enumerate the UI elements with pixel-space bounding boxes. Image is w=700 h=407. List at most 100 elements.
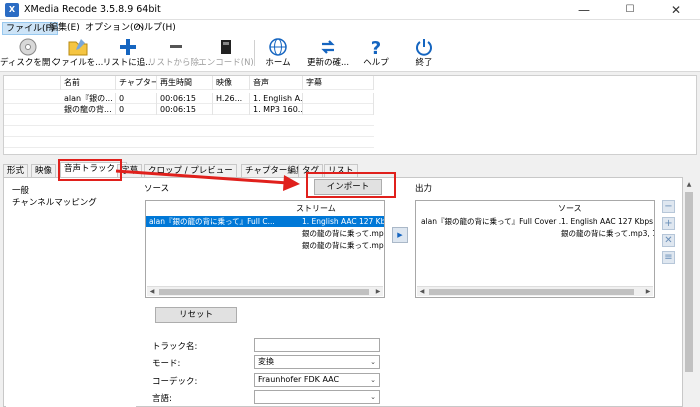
minus-icon (170, 45, 182, 48)
scroll-left-icon[interactable]: ◀ (417, 287, 427, 297)
scrollbar-thumb[interactable] (429, 289, 634, 295)
table-cell (303, 104, 374, 115)
table-row[interactable]: alan『銀の... 0 00:06:15 H.26... 1. English… (4, 93, 374, 104)
scroll-left-icon[interactable]: ◀ (147, 287, 157, 297)
list-icon: ≡ (664, 252, 673, 263)
encode-button[interactable]: エンコード(N) (198, 36, 254, 70)
table-row-empty (4, 115, 374, 126)
tab-video[interactable]: 映像 (31, 164, 57, 178)
column-header[interactable]: 映像 (213, 76, 250, 90)
column-header[interactable]: 名前 (61, 76, 116, 90)
remove-stream-button[interactable]: − (662, 200, 675, 213)
track-name-field[interactable] (254, 338, 380, 352)
column-header[interactable]: 音声 (250, 76, 303, 90)
open-disc-label: ディスクを開く (0, 58, 56, 68)
column-header[interactable]: チャプター (116, 76, 157, 90)
tab-format[interactable]: 形式 (3, 164, 29, 178)
table-cell: alan『銀の... (61, 93, 116, 104)
scrollbar-thumb[interactable] (159, 289, 369, 295)
output-row-stream[interactable]: 1. English AAC 127 Kbps 44 (561, 216, 654, 227)
scroll-right-icon[interactable]: ▶ (373, 287, 383, 297)
minimize-button[interactable]: — (561, 0, 607, 20)
codec-select[interactable]: Fraunhofer FDK AAC ⌄ (254, 373, 380, 387)
close-button[interactable]: ✕ (653, 0, 699, 20)
chevron-down-icon: ⌄ (370, 393, 376, 401)
home-label: ホーム (265, 58, 291, 68)
maximize-button[interactable]: ☐ (607, 0, 653, 20)
output-row-name[interactable]: alan『銀の龍の背に乗って』Full Cover ... (421, 216, 561, 227)
window-title: XMedia Recode 3.5.8.9 64bit (24, 4, 161, 15)
output-row-stream[interactable]: 銀の龍の背に乗って.mp3, 1. MP. (561, 228, 654, 239)
highlight-import-button (306, 172, 396, 198)
app-icon: X (5, 3, 19, 17)
globe-icon (269, 38, 287, 56)
output-horizontal-scrollbar[interactable]: ◀ ▶ (417, 286, 653, 296)
remove-from-list-label: リストから除... (148, 58, 204, 68)
annotation-arrow (115, 169, 300, 191)
output-label: 出力 (415, 184, 433, 194)
panel-vertical-scrollbar[interactable]: ▲ (683, 180, 695, 407)
source-row-name: alan『銀の龍の背に乗って』Full C... (149, 217, 275, 226)
mode-value: 変換 (258, 357, 274, 366)
exit-label: 終了 (415, 58, 433, 68)
open-disc-button[interactable]: ディスクを開く (0, 36, 56, 70)
language-label: 言語: (152, 394, 172, 404)
encode-label: エンコード(N) (198, 58, 254, 68)
arrow-right-icon: ▶ (397, 231, 403, 239)
svg-text:?: ? (371, 38, 381, 57)
exit-button[interactable]: 終了 (396, 36, 452, 70)
file-list-header: 名前 チャプター 再生時間 映像 音声 字幕 (4, 76, 374, 90)
output-stream-list[interactable]: ソース alan『銀の龍の背に乗って』Full Cover ... 1. Eng… (415, 200, 655, 298)
question-icon: ? (371, 38, 381, 57)
encode-icon (221, 40, 231, 54)
disc-icon (19, 38, 37, 56)
close-icon: ✕ (664, 235, 673, 246)
power-icon (416, 39, 432, 56)
left-nav: 一般 チャンネルマッピング (6, 180, 136, 407)
table-cell: 1. MP3 160... (250, 104, 303, 115)
folder-icon (68, 39, 88, 56)
language-select[interactable]: ⌄ (254, 390, 380, 404)
source-horizontal-scrollbar[interactable]: ◀ ▶ (147, 286, 383, 296)
add-stream-button[interactable]: + (662, 217, 675, 230)
plus-icon (120, 39, 136, 55)
source-row-selected[interactable]: alan『銀の龍の背に乗って』Full C... 1. English AAC … (146, 216, 384, 227)
table-cell: 00:06:15 (157, 104, 213, 115)
track-name-label: トラック名: (152, 342, 198, 352)
reset-button[interactable]: リセット (155, 307, 237, 323)
menu-bar: ファイル(F) 編集(E) オプション(O) ヘルプ(H) (0, 20, 700, 36)
move-right-button[interactable]: ▶ (392, 227, 408, 243)
mode-label: モード: (152, 359, 181, 369)
source-row-stream: 1. English AAC 127 Kbps 44100 (302, 217, 384, 226)
file-list-column-blank (4, 76, 61, 90)
scroll-up-icon[interactable]: ▲ (684, 180, 694, 190)
delete-stream-button[interactable]: ✕ (662, 234, 675, 247)
menu-help[interactable]: ヘルプ(H) (132, 22, 179, 35)
open-file-label: ファイルを... (52, 58, 104, 68)
scroll-right-icon[interactable]: ▶ (643, 287, 653, 297)
output-column-header: ソース (558, 204, 582, 213)
toolbar: ディスクを開く ファイルを... リストに追... リストから除... エンコー… (0, 36, 700, 72)
table-cell (303, 93, 374, 104)
table-cell: 銀の龍の背... (61, 104, 116, 115)
file-list[interactable]: 名前 チャプター 再生時間 映像 音声 字幕 alan『銀の... 0 00:0… (3, 75, 697, 155)
remove-from-list-button[interactable]: リストから除... (148, 36, 204, 70)
column-header[interactable]: 再生時間 (157, 76, 213, 90)
source-stream-list[interactable]: ストリーム alan『銀の龍の背に乗って』Full C... 1. Englis… (145, 200, 385, 298)
table-cell: 1. English A... (250, 93, 303, 104)
source-row-stream[interactable]: 銀の龍の背に乗って.mp3, 1. MP. (302, 228, 384, 239)
table-cell (213, 104, 250, 115)
table-cell: 0 (116, 104, 157, 115)
scrollbar-thumb[interactable] (685, 192, 693, 372)
nav-item-general[interactable]: 一般 (12, 184, 29, 196)
mode-select[interactable]: 変換 ⌄ (254, 355, 380, 369)
menu-edit[interactable]: 編集(E) (46, 22, 83, 35)
refresh-icon (321, 40, 335, 54)
source-row-stream[interactable]: 銀の龍の背に乗って.mp3, 1. MP. (302, 240, 384, 251)
column-header[interactable]: 字幕 (303, 76, 374, 90)
properties-button[interactable]: ≡ (662, 251, 675, 264)
open-file-button[interactable]: ファイルを... (50, 36, 106, 70)
table-row[interactable]: 銀の龍の背... 0 00:06:15 1. MP3 160... (4, 104, 374, 115)
home-button[interactable]: ホーム (250, 36, 306, 70)
nav-item-channel-mapping[interactable]: チャンネルマッピング (12, 196, 97, 208)
